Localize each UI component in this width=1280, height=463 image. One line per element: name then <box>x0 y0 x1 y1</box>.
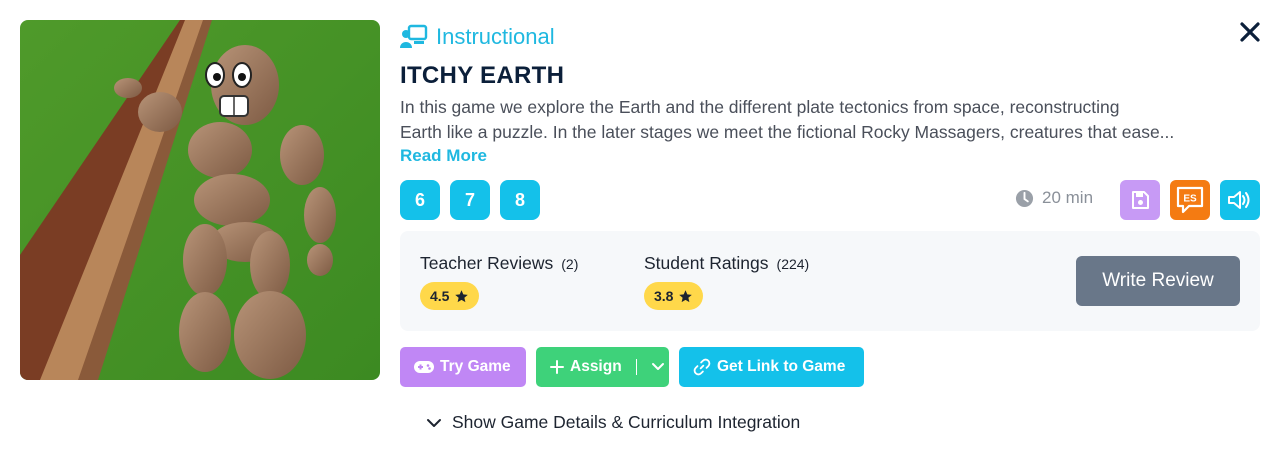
student-rating-value: 3.8 <box>654 288 674 304</box>
get-link-button[interactable]: Get Link to Game <box>679 347 864 387</box>
game-duration: 20 min <box>1015 188 1093 208</box>
grade-chip-6[interactable]: 6 <box>400 180 440 220</box>
clock-icon <box>1015 189 1034 207</box>
chevron-down-icon <box>427 418 441 427</box>
student-ratings-label: Student Ratings <box>644 253 769 273</box>
duration-label: 20 min <box>1042 188 1094 207</box>
get-link-label: Get Link to Game <box>717 358 846 375</box>
floppy-disk-icon <box>1132 191 1149 209</box>
teacher-rating-value: 4.5 <box>430 288 450 304</box>
chevron-down-icon[interactable] <box>651 362 665 372</box>
language-code-label: ES <box>1183 194 1197 205</box>
game-thumbnail-image <box>20 20 380 380</box>
game-details-toggle[interactable]: Show Game Details & Curriculum Integrati… <box>426 412 800 433</box>
try-game-label: Try Game <box>440 358 511 375</box>
close-icon <box>1240 22 1260 42</box>
game-description: In this game we explore the Earth and th… <box>400 95 1258 145</box>
audio-button[interactable] <box>1220 180 1260 220</box>
link-icon <box>693 358 711 376</box>
reviews-panel: Teacher Reviews (2) 4.5 Student Ratings (2… <box>400 231 1260 331</box>
game-category: Instructional <box>400 22 555 52</box>
teacher-reviews-label: Teacher Reviews <box>420 253 554 273</box>
spanish-language-button[interactable]: ES <box>1170 180 1210 220</box>
student-ratings: Student Ratings (224) 3.8 <box>644 253 809 310</box>
grade-chip-7[interactable]: 7 <box>450 180 490 220</box>
close-button[interactable] <box>1234 16 1266 48</box>
speech-bubble-icon: ES <box>1176 186 1204 214</box>
game-details-label: Show Game Details & Curriculum Integrati… <box>452 412 801 432</box>
speaker-icon <box>1228 191 1250 209</box>
try-game-button[interactable]: Try Game <box>400 347 526 387</box>
category-label: Instructional <box>436 24 555 49</box>
grade-chip-8[interactable]: 8 <box>500 180 540 220</box>
student-rating-badge[interactable]: 3.8 <box>644 282 704 310</box>
teacher-reviews: Teacher Reviews (2) 4.5 <box>420 253 578 310</box>
teacher-rating-badge[interactable]: 4.5 <box>420 282 480 310</box>
gamepad-icon <box>414 361 434 373</box>
star-icon <box>455 289 469 302</box>
description-line: Earth like a puzzle. In the later stages… <box>400 122 1175 142</box>
game-title: ITCHY EARTH <box>400 62 565 89</box>
game-card: Instructional ITCHY EARTH In this game w… <box>0 0 1280 463</box>
write-review-button[interactable]: Write Review <box>1076 256 1240 306</box>
grade-levels: 6 7 8 <box>400 180 540 220</box>
teacher-reviews-count: (2) <box>561 256 579 272</box>
assign-label: Assign <box>570 358 622 375</box>
save-button[interactable] <box>1120 180 1160 220</box>
plus-icon <box>550 360 564 374</box>
assign-button[interactable]: Assign <box>536 347 669 387</box>
read-more-link[interactable]: Read More <box>400 146 487 166</box>
student-ratings-count: (224) <box>776 256 810 272</box>
description-line: In this game we explore the Earth and th… <box>400 97 1120 117</box>
star-icon <box>679 289 693 302</box>
game-thumbnail[interactable] <box>20 20 380 380</box>
assign-divider <box>635 359 637 375</box>
presentation-board-icon <box>400 24 428 48</box>
